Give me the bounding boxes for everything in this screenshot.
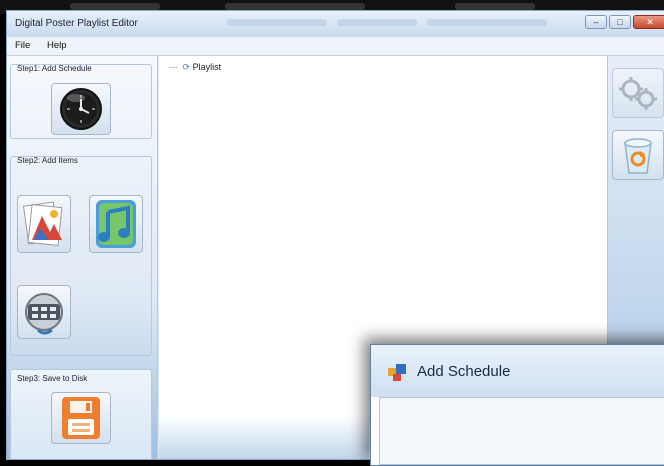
- minimize-button[interactable]: –: [585, 15, 607, 29]
- step3-label: Step3: Save to Disk: [17, 374, 88, 383]
- add-schedule-button[interactable]: [51, 83, 111, 135]
- add-video-button[interactable]: [17, 285, 71, 339]
- clock-icon: [60, 88, 102, 130]
- add-image-button[interactable]: [17, 195, 71, 253]
- floppy-disk-icon: [62, 397, 100, 439]
- blurred-background-text: [337, 19, 417, 26]
- step1-label: Step1: Add Schedule: [17, 64, 92, 73]
- tree-node-playlist[interactable]: --- ⟳ Playlist: [169, 62, 221, 73]
- delete-button[interactable]: [612, 130, 664, 180]
- dialog-body: [379, 397, 664, 465]
- maximize-button[interactable]: □: [609, 15, 631, 29]
- save-to-disk-button[interactable]: [51, 392, 111, 444]
- tree-connector: ---: [169, 62, 178, 72]
- blurred-background-text: [427, 19, 547, 26]
- images-icon: [22, 201, 63, 247]
- menu-help[interactable]: Help: [47, 40, 67, 51]
- refresh-icon: ⟳: [182, 62, 191, 72]
- menu-file[interactable]: File: [15, 40, 30, 51]
- blurred-background-text: [227, 19, 327, 26]
- title-bar: Digital Poster Playlist Editor – □ ✕: [7, 11, 664, 38]
- recycle-bin-icon: [624, 138, 652, 174]
- blurred-taskbar-item: [455, 3, 535, 10]
- step3-group: Step3: Save to Disk: [10, 369, 152, 459]
- dialog-title: Add Schedule: [417, 363, 511, 380]
- blurred-taskbar-item: [70, 3, 160, 10]
- music-icon: [96, 200, 136, 248]
- gears-icon: [619, 77, 657, 110]
- steps-panel: Step1: Add Schedule Step2: Add Items Ste…: [7, 56, 158, 459]
- add-music-button[interactable]: [89, 195, 143, 253]
- step2-group: Step2: Add Items: [10, 156, 152, 356]
- blurred-taskbar-item: [225, 3, 365, 10]
- step2-label: Step2: Add Items: [17, 156, 78, 165]
- step1-group: Step1: Add Schedule: [10, 64, 152, 139]
- app-icon: [388, 364, 406, 381]
- window-title: Digital Poster Playlist Editor: [15, 18, 138, 29]
- film-reel-icon: [25, 293, 63, 335]
- close-button[interactable]: ✕: [633, 15, 664, 29]
- dialog-title-bar: Add Schedule: [371, 345, 664, 397]
- tree-node-label: Playlist: [192, 62, 222, 72]
- menu-bar: File Help: [7, 37, 664, 56]
- add-schedule-dialog: Add Schedule: [370, 344, 664, 466]
- panel-gradient: [159, 416, 369, 459]
- settings-button[interactable]: [612, 68, 664, 118]
